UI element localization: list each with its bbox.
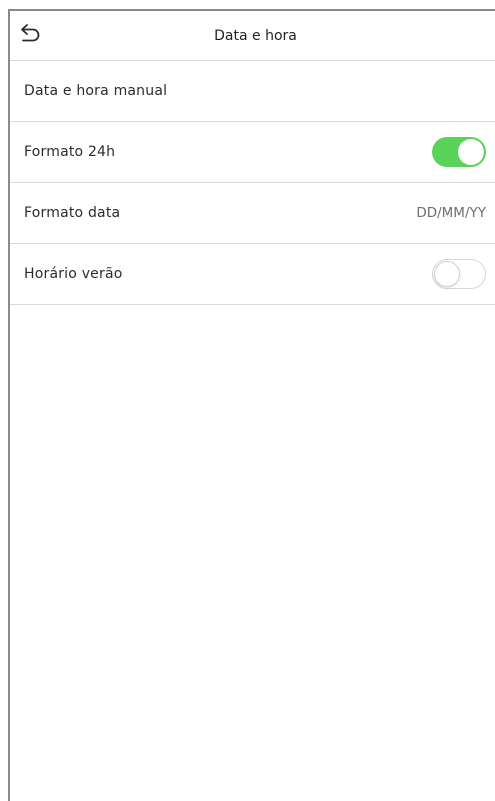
date-format-value: DD/MM/YY [416, 205, 486, 221]
daylight-saving-toggle[interactable] [432, 259, 486, 289]
back-arrow-icon [21, 24, 40, 42]
toggle-knob [458, 139, 484, 165]
date-format-row[interactable]: Formato data DD/MM/YY [10, 183, 495, 244]
format-24h-row[interactable]: Formato 24h [10, 122, 495, 183]
daylight-saving-label: Horário verão [24, 266, 123, 282]
settings-screen: Data e hora Data e hora manual Formato 2… [8, 9, 495, 801]
manual-datetime-label: Data e hora manual [24, 83, 168, 99]
format-24h-label: Formato 24h [24, 144, 116, 160]
page-title: Data e hora [214, 27, 297, 44]
manual-datetime-row[interactable]: Data e hora manual [10, 61, 495, 122]
toggle-knob [434, 261, 460, 287]
daylight-saving-row[interactable]: Horário verão [10, 244, 495, 305]
header-bar: Data e hora [10, 11, 495, 61]
format-24h-toggle[interactable] [432, 137, 486, 167]
date-format-label: Formato data [24, 205, 121, 221]
back-button[interactable] [18, 22, 44, 46]
